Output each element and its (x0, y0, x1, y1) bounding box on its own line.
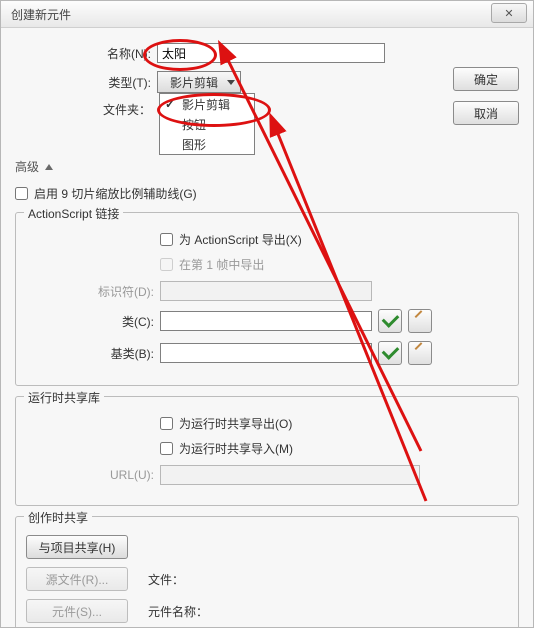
cancel-button[interactable]: 取消 (453, 101, 519, 125)
source-file-button[interactable]: 源文件(R)... (26, 567, 128, 591)
file-prefix-label: 文件： (148, 571, 184, 588)
check-icon (381, 310, 399, 328)
runtime-share-legend: 运行时共享库 (24, 389, 104, 406)
pencil-icon (414, 347, 426, 359)
symbol-name-prefix-label: 元件名称： (148, 603, 208, 620)
class-input[interactable] (160, 311, 372, 331)
close-button[interactable]: ✕ (491, 3, 527, 23)
identifier-input (160, 281, 372, 301)
type-dropdown-menu: ✓ 影片剪辑 按钮 图形 (159, 93, 255, 155)
chevron-down-icon (227, 80, 235, 85)
type-label: 类型(T): (15, 74, 157, 91)
export-share-checkbox[interactable] (160, 417, 173, 430)
base-class-input[interactable] (160, 343, 372, 363)
export-frame1-checkbox (160, 258, 173, 271)
folder-label: 文件夹： (15, 101, 157, 118)
authortime-share-group: 创作时共享 与项目共享(H) 源文件(R)... 文件： 元件(S)... 元件… (15, 516, 519, 628)
close-icon: ✕ (504, 7, 513, 20)
dialog-window: 创建新元件 ✕ 名称(N): 类型(T): 影片剪辑 文件夹： 确定 取消 ✓ (0, 0, 534, 628)
dialog-body: 名称(N): 类型(T): 影片剪辑 文件夹： 确定 取消 ✓ 影片剪辑 按钮 (1, 27, 533, 627)
title-bar: 创建新元件 ✕ (1, 1, 533, 28)
class-edit-button[interactable] (408, 309, 432, 333)
authortime-share-legend: 创作时共享 (24, 509, 92, 526)
type-combobox[interactable]: 影片剪辑 (157, 71, 241, 93)
identifier-label: 标识符(D): (26, 283, 160, 300)
export-as-check-row: 为 ActionScript 导出(X) (160, 231, 302, 248)
check-icon (381, 342, 399, 360)
class-label: 类(C): (26, 313, 160, 330)
actionscript-group: ActionScript 链接 为 ActionScript 导出(X) 在第 … (15, 212, 519, 386)
window-title: 创建新元件 (11, 6, 71, 23)
base-class-edit-button[interactable] (408, 341, 432, 365)
dropdown-item-graphic[interactable]: 图形 (160, 134, 254, 154)
import-share-check-row: 为运行时共享导入(M) (160, 440, 293, 457)
url-input (160, 465, 420, 485)
slice9-label: 启用 9 切片缩放比例辅助线(G) (34, 185, 197, 202)
symbol-button[interactable]: 元件(S)... (26, 599, 128, 623)
slice9-checkbox[interactable] (15, 187, 28, 200)
pencil-icon (414, 315, 426, 327)
url-label: URL(U): (26, 468, 160, 482)
check-icon: ✓ (165, 97, 175, 111)
base-class-validate-button[interactable] (378, 341, 402, 365)
actionscript-legend: ActionScript 链接 (24, 205, 123, 222)
import-share-checkbox[interactable] (160, 442, 173, 455)
share-project-button[interactable]: 与项目共享(H) (26, 535, 128, 559)
dropdown-item-button[interactable]: 按钮 (160, 114, 254, 134)
advanced-toggle[interactable]: 高级 (15, 158, 519, 175)
dropdown-item-movieclip[interactable]: ✓ 影片剪辑 (160, 94, 254, 114)
export-frame1-check-row: 在第 1 帧中导出 (160, 256, 264, 273)
export-as-checkbox[interactable] (160, 233, 173, 246)
type-value: 影片剪辑 (170, 74, 218, 91)
name-label: 名称(N): (15, 45, 157, 62)
triangle-up-icon (45, 164, 53, 170)
base-class-label: 基类(B): (26, 345, 160, 362)
ok-button[interactable]: 确定 (453, 67, 519, 91)
class-validate-button[interactable] (378, 309, 402, 333)
export-share-check-row: 为运行时共享导出(O) (160, 415, 292, 432)
slice9-checkbox-row: 启用 9 切片缩放比例辅助线(G) (15, 185, 519, 202)
name-input[interactable] (157, 43, 385, 63)
runtime-share-group: 运行时共享库 为运行时共享导出(O) 为运行时共享导入(M) URL(U): (15, 396, 519, 506)
